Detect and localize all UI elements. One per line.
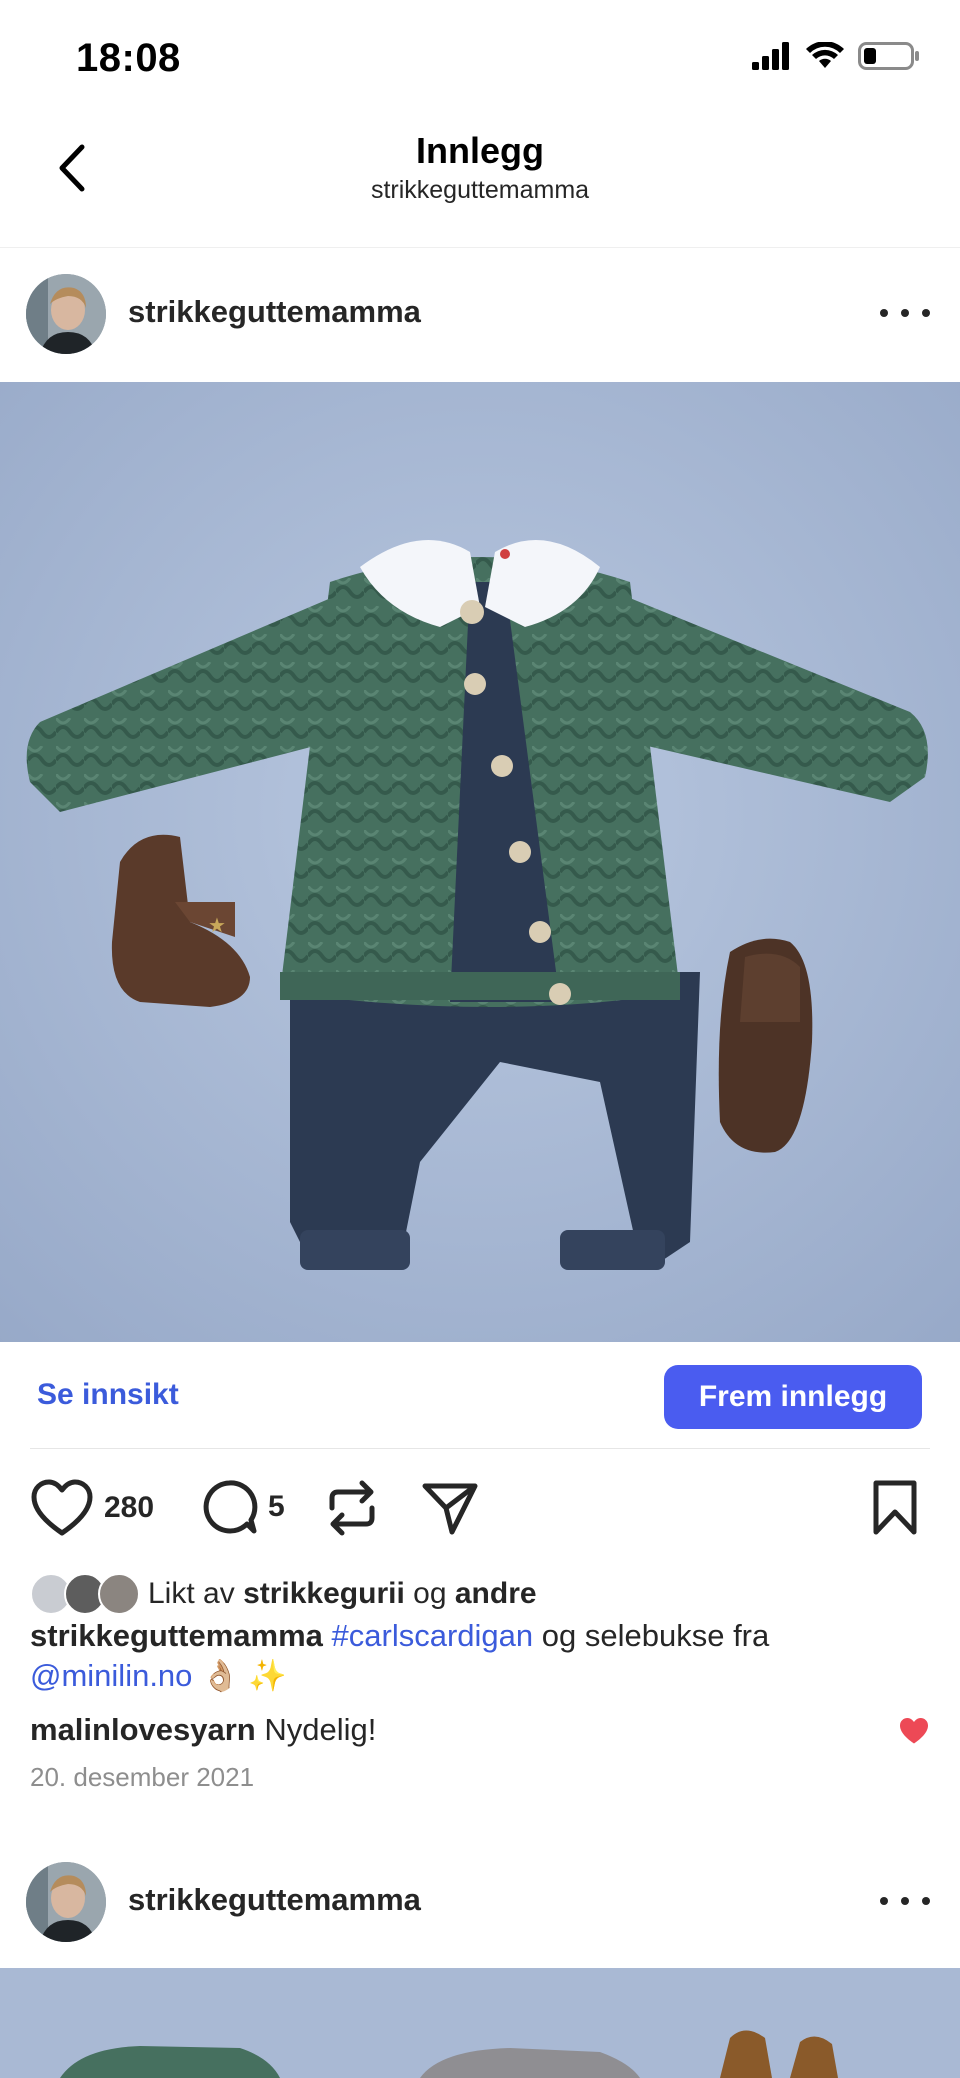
liked-by[interactable]: Likt av strikkegurii og andre [30,1572,537,1616]
nav-bar: Innlegg strikkeguttemamma [0,110,960,248]
comments-count[interactable]: 5 [268,1490,285,1524]
page-subtitle[interactable]: strikkeguttemamma [0,176,960,205]
heart-icon[interactable] [30,1478,94,1538]
likes-count[interactable]: 280 [104,1491,154,1525]
post-header: strikkeguttemamma [0,248,960,382]
liked-by-and: og [413,1577,447,1610]
status-bar: 18:08 [0,0,960,110]
page-title: Innlegg [416,130,544,171]
signal-icon [752,42,789,70]
liked-by-others[interactable]: andre [455,1577,537,1611]
bookmark-action[interactable] [870,1478,920,1538]
post-date: 20. desember 2021 [30,1762,255,1792]
battery-icon [858,42,919,70]
like-action[interactable]: 280 [30,1478,154,1538]
caption-username[interactable]: strikkeguttemamma [30,1618,323,1653]
svg-text:★: ★ [208,913,226,937]
insights-link[interactable]: Se innsikt [37,1378,179,1412]
comment-like-button[interactable] [898,1716,930,1751]
comment[interactable]: malinlovesyarn Nydelig! [30,1710,930,1750]
repost-icon[interactable] [324,1478,380,1538]
heart-icon[interactable] [898,1716,930,1746]
bookmark-icon[interactable] [870,1478,920,1538]
caption-emoji: 👌🏼 ✨ [201,1658,287,1693]
caption-mention[interactable]: @minilin.no [30,1658,192,1693]
promote-button[interactable]: Frem innlegg [664,1365,922,1429]
caption-text: og selebukse fra [541,1618,770,1653]
liked-by-avatars [30,1573,140,1615]
repost-action[interactable] [324,1478,380,1538]
avatar [98,1573,140,1615]
divider [30,1448,930,1449]
insights-row: Se innsikt Frem innlegg [0,1342,960,1450]
comment-username[interactable]: malinlovesyarn [30,1712,256,1747]
status-icons [752,42,920,70]
next-post-image[interactable] [0,1968,960,2078]
liked-by-prefix: Likt av [148,1577,235,1610]
post-actions: 280 5 [0,1478,960,1542]
wifi-icon [806,42,844,68]
more-icon[interactable] [880,1886,930,1916]
post-username[interactable]: strikkeguttemamma [128,294,421,330]
comment-text: Nydelig! [264,1712,377,1747]
avatar[interactable] [26,1862,106,1942]
share-action[interactable] [420,1478,480,1538]
avatar[interactable] [26,274,106,354]
liked-by-user[interactable]: strikkegurii [243,1577,405,1611]
post-username[interactable]: strikkeguttemamma [128,1882,421,1918]
more-icon[interactable] [880,298,930,328]
post-caption: strikkeguttemamma #carlscardigan og sele… [30,1616,930,1696]
status-time: 18:08 [76,36,181,80]
caption-hashtag[interactable]: #carlscardigan [332,1618,534,1653]
comment-icon[interactable] [200,1478,258,1536]
share-icon[interactable] [420,1478,480,1538]
comment-action[interactable]: 5 [200,1478,285,1536]
next-post-header: strikkeguttemamma [0,1836,960,1970]
post-image[interactable]: ★ [0,382,960,1342]
